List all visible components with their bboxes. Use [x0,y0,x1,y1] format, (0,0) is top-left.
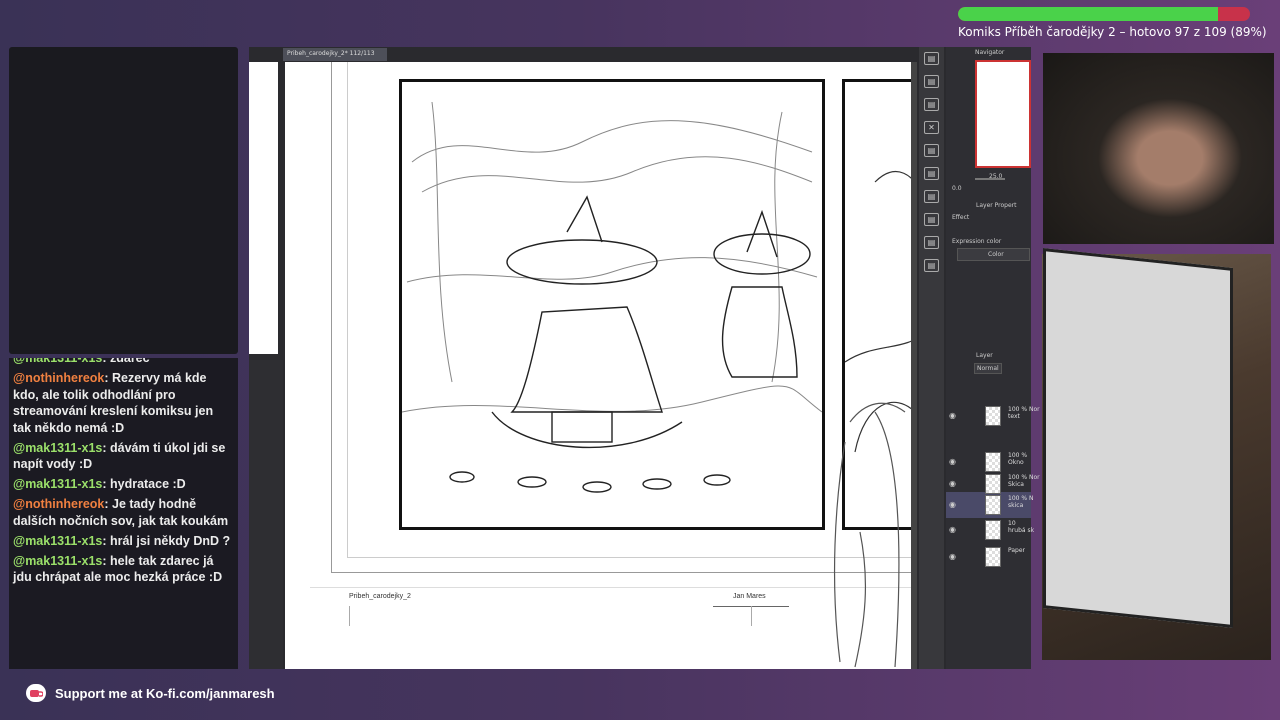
tool-icon[interactable]: ▤ [924,190,939,203]
close-icon[interactable]: ✕ [924,121,939,134]
layer-visibility-icon[interactable]: ◉ [949,500,956,509]
chat-username[interactable]: @mak1311-x1s [13,534,102,548]
chat-panel: @mak1311-x1s: zdarec @nothinhereok: Rezer… [9,358,238,669]
chat-username[interactable]: @mak1311-x1s [13,554,102,568]
canvas-scrollbar[interactable] [911,62,917,669]
tool-icon[interactable]: ▤ [924,144,939,157]
blend-mode-value: Normal [977,365,999,372]
secondary-canvas[interactable] [249,62,278,354]
layer-visibility-icon[interactable]: ◉ [949,525,956,534]
tool-icon[interactable]: ▤ [924,52,939,65]
chat-text: hydratace :D [109,477,186,491]
tool-icon[interactable]: ▤ [924,259,939,272]
layer-thumbnail[interactable] [985,520,1001,540]
layer-visibility-icon[interactable]: ◉ [949,552,956,561]
chat-text: zdarec [109,358,150,365]
progress-bar-fill [958,7,1218,21]
chat-message: @nothinhereok: Je tady hodně dalších noč… [13,497,229,528]
navigator-tab[interactable]: Navigator [975,49,1004,56]
chat-message: @mak1311-x1s: hydratace :D [13,477,186,491]
blend-mode-select[interactable]: Normal [974,363,1002,374]
kofi-text: Support me at Ko-fi.com/janmaresh [55,685,275,701]
chat-message: @mak1311-x1s: zdarec [13,358,232,367]
layer-visibility-icon[interactable]: ◉ [949,479,956,488]
chat-username[interactable]: @mak1311-x1s [13,477,102,491]
chat-message: @mak1311-x1s: dávám ti úkol jdi se napít… [13,440,226,472]
expression-color-label: Expression color [952,238,1002,245]
navigator-rotate-value: 0.0 [952,185,962,192]
page-guide-line [331,62,332,572]
page-guide-line [310,587,911,588]
chat-message: @mak1311-x1s: hele tak zdarec já jdu chr… [13,553,223,585]
tool-icon[interactable]: ▤ [924,167,939,180]
layer-property-tab[interactable]: Layer Propert [976,202,1016,209]
layer-thumbnail[interactable] [985,406,1001,426]
chat-message-list: @mak1311-x1s: zdarec @nothinhereok: Rezer… [13,358,232,586]
drawing-canvas[interactable]: Pribeh_carodejky_2 Jan Mares [285,62,911,669]
page-guide-line [349,606,350,626]
sketch-drawing [402,101,822,493]
left-dock [249,360,283,669]
expression-color-value: Color [988,251,1004,258]
kofi-cup-icon [26,684,46,702]
layer-thumbnail[interactable] [985,495,1001,515]
chat-message: @nothinhereok: Rezervy má kde kdo, ale t… [13,371,214,435]
webcam-face [1043,53,1274,244]
tool-strip: ▤ ▤ ▤ ✕ ▤ ▤ ▤ ▤ ▤ ▤ [919,47,944,669]
expression-color-select[interactable]: Color [957,248,1030,261]
chat-text: hrál jsi někdy DnD ? [109,533,231,548]
layer-visibility-icon[interactable]: ◉ [949,411,956,420]
tool-icon[interactable]: ▤ [924,98,939,111]
page-guide-line [751,606,752,626]
sketch-drawing [833,402,906,668]
navigator-preview[interactable] [975,60,1031,168]
tablet-screen [1043,248,1233,628]
video-placeholder [9,47,238,354]
tool-icon[interactable]: ▤ [924,75,939,88]
page-guide-line [331,572,911,573]
page-footer-author: Jan Mares [733,593,766,600]
layer-panel-tab[interactable]: Layer [976,352,993,359]
page-guide-line [347,62,348,557]
layer-thumbnail[interactable] [985,547,1001,567]
chat-username[interactable]: @nothinhereok [13,371,104,385]
progress-bar [958,7,1250,21]
layer-visibility-icon[interactable]: ◉ [949,457,956,466]
chat-username[interactable]: @nothinhereok [13,497,104,511]
chat-username[interactable]: @mak1311-x1s [13,358,102,365]
page-footer-title: Pribeh_carodejky_2 [349,593,411,600]
tool-icon[interactable]: ▤ [924,236,939,249]
zoom-slider[interactable] [975,178,1005,180]
chat-username[interactable]: @mak1311-x1s [13,441,102,455]
layer-thumbnail[interactable] [985,474,1001,494]
comic-panel-frame [399,79,825,530]
document-tab[interactable]: Pribeh_carodejky_2* 112/113 [283,48,387,61]
kofi-banner[interactable]: Support me at Ko-fi.com/janmaresh [26,683,275,703]
chat-message: @mak1311-x1s: hrál jsi někdy DnD ? [13,533,231,548]
tool-icon[interactable]: ▤ [924,213,939,226]
layer-thumbnail[interactable] [985,452,1001,472]
progress-label: Komiks Příběh čarodějky 2 – hotovo 97 z … [958,25,1267,39]
effect-label: Effect [952,214,970,221]
